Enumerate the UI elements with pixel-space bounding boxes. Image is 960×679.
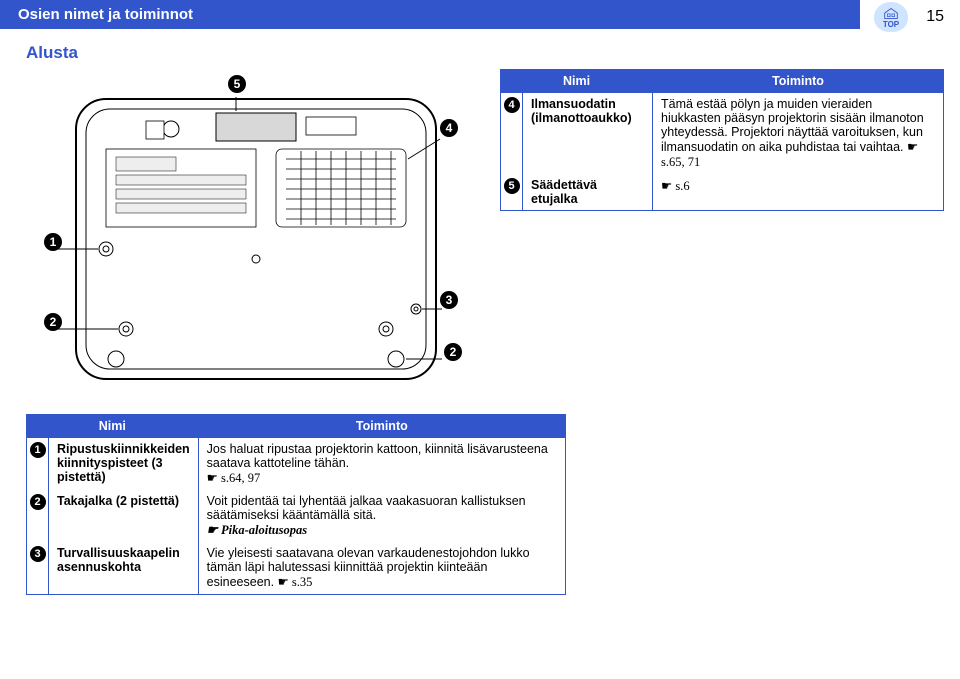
- top-table: Nimi Toiminto 4 Ilmansuodatin (ilmanotto…: [500, 69, 944, 211]
- content-row: 1 2 2 3 4 5 Nimi Toiminto 4 Ilmansuodati…: [0, 69, 960, 404]
- house-icon: [882, 6, 900, 20]
- row-name: Turvallisuuskaapelin asennuskohta: [49, 542, 199, 595]
- callout-2a: 2: [44, 313, 62, 331]
- row-name: Ilmansuodatin (ilmanottoaukko): [523, 93, 653, 175]
- callout-5: 5: [228, 75, 246, 93]
- row-num: 3: [30, 546, 46, 562]
- table-row: 4 Ilmansuodatin (ilmanottoaukko) Tämä es…: [501, 93, 944, 175]
- row-num: 1: [30, 442, 46, 458]
- projector-diagram: [16, 79, 486, 399]
- th-name: Nimi: [27, 415, 199, 438]
- page-ref[interactable]: ☛ s.6: [661, 179, 690, 193]
- th-name: Nimi: [501, 70, 653, 93]
- top-label: TOP: [883, 20, 899, 29]
- diagram-column: 1 2 2 3 4 5: [16, 69, 486, 404]
- row-num: 4: [504, 97, 520, 113]
- row-func: Jos haluat ripustaa projektorin kattoon,…: [198, 438, 565, 491]
- row-func: Tämä estää pölyn ja muiden vieraiden hiu…: [653, 93, 944, 175]
- row-func: Voit pidentää tai lyhentää jalkaa vaakas…: [198, 490, 565, 542]
- table-row: 3 Turvallisuuskaapelin asennuskohta Vie …: [27, 542, 566, 595]
- th-func: Toiminto: [653, 70, 944, 93]
- top-nav-icon[interactable]: TOP: [874, 2, 908, 32]
- row-name: Säädettävä etujalka: [523, 174, 653, 211]
- th-func: Toiminto: [198, 415, 565, 438]
- row-name: Ripustuskiinnikkeiden kiinnityspisteet (…: [49, 438, 199, 491]
- row-num: 5: [504, 178, 520, 194]
- page-ref[interactable]: ☛ s.35: [278, 575, 313, 589]
- callout-1: 1: [44, 233, 62, 251]
- row-num: 2: [30, 494, 46, 510]
- row-name: Takajalka (2 pistettä): [49, 490, 199, 542]
- page-ref[interactable]: ☛ s.64, 97: [207, 471, 261, 485]
- callout-2b: 2: [444, 343, 462, 361]
- table-row: 1 Ripustuskiinnikkeiden kiinnityspisteet…: [27, 438, 566, 491]
- callout-4: 4: [440, 119, 458, 137]
- header-title: Osien nimet ja toiminnot: [18, 6, 193, 23]
- header-bar: Osien nimet ja toiminnot: [0, 0, 860, 29]
- section-title: Alusta: [26, 43, 960, 63]
- row-func: ☛ s.6: [653, 174, 944, 211]
- row-func: Vie yleisesti saatavana olevan varkauden…: [198, 542, 565, 595]
- bottom-table: Nimi Toiminto 1 Ripustuskiinnikkeiden ki…: [26, 414, 566, 595]
- table-row: 2 Takajalka (2 pistettä) Voit pidentää t…: [27, 490, 566, 542]
- page-number: 15: [926, 8, 944, 26]
- guide-ref[interactable]: ☛ Pika-aloitusopas: [207, 523, 307, 537]
- table-row: 5 Säädettävä etujalka ☛ s.6: [501, 174, 944, 211]
- callout-3: 3: [440, 291, 458, 309]
- top-table-column: Nimi Toiminto 4 Ilmansuodatin (ilmanotto…: [500, 69, 944, 211]
